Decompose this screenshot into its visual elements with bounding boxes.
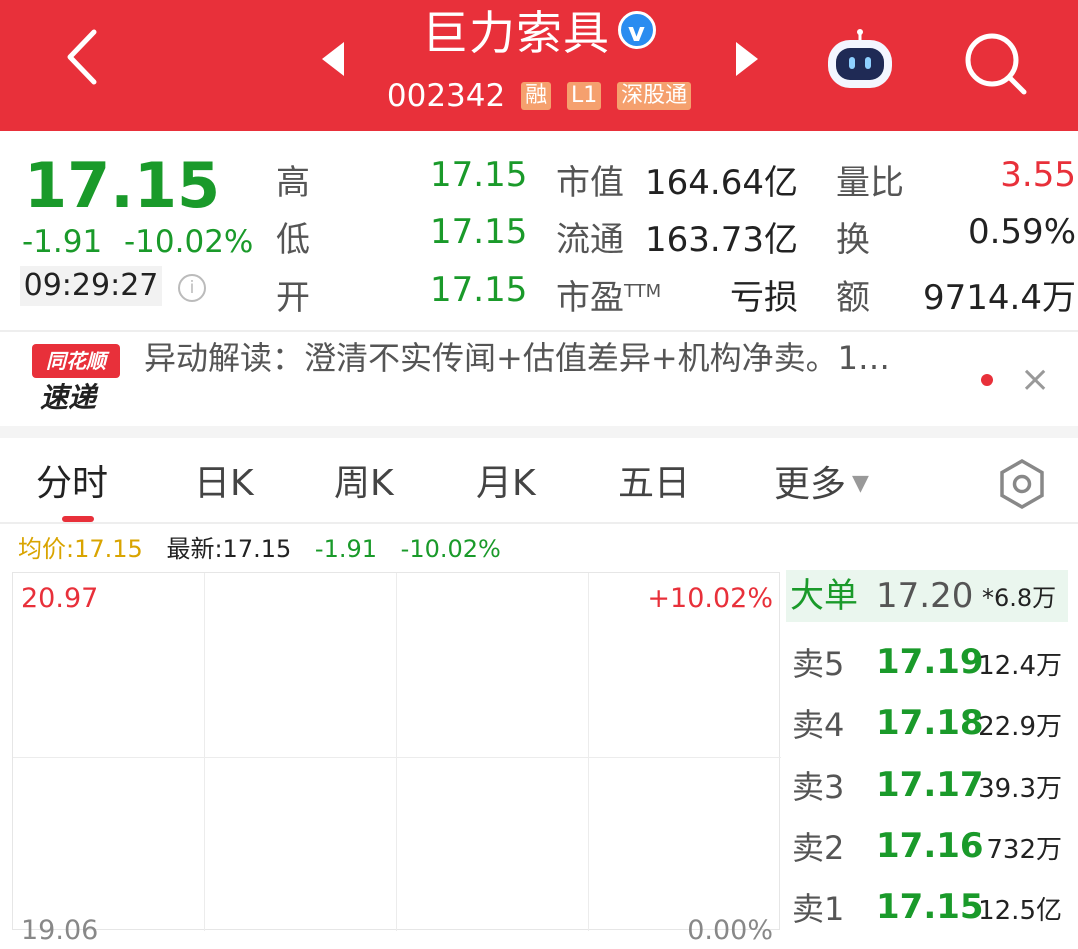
ask-volume: 732万 <box>986 835 1062 865</box>
chart-bottom-price: 19.06 <box>21 915 99 946</box>
search-icon[interactable] <box>962 30 1028 96</box>
pe-value: 亏损 <box>730 278 798 318</box>
float-value: 163.73亿 <box>645 220 798 260</box>
big-order-price: 17.20 <box>876 576 974 616</box>
intraday-chart[interactable]: 20.97 +10.02% 19.06 0.00% <box>12 572 781 946</box>
news-text: 异动解读：澄清不实传闻+估值差异+机构净卖。1… <box>144 339 890 377</box>
section-gap <box>0 426 1078 438</box>
latest-value: 17.15 <box>222 535 292 563</box>
stock-code-line: 002342 融 L1 深股通 <box>0 76 1078 116</box>
ask-label: 卖5 <box>792 645 845 683</box>
avg-value: 17.15 <box>74 535 143 563</box>
amount-value: 9714.4万 <box>923 278 1076 318</box>
tab-weekly-k[interactable]: 周K <box>334 458 394 510</box>
close-icon[interactable]: × <box>1020 358 1050 402</box>
quote-time: 09:29:27 <box>20 266 162 306</box>
settings-hex-icon[interactable] <box>996 458 1048 510</box>
news-logo-top: 同花顺 <box>32 344 120 378</box>
tab-monthly-k[interactable]: 月K <box>476 458 536 510</box>
tab-more-label: 更多 <box>774 464 847 505</box>
ask-volume: 12.5亿 <box>978 896 1062 926</box>
mktcap-value: 164.64亿 <box>645 163 798 203</box>
ask-row-5[interactable]: 卖5 17.19 12.4万 <box>786 640 1068 690</box>
verified-badge-icon: v <box>618 11 656 49</box>
grid-vline <box>588 573 589 931</box>
big-order-vol: *6.8万 <box>982 584 1057 612</box>
grid-vline <box>204 573 205 931</box>
big-order-row[interactable]: 大单 17.20 *6.8万 <box>786 570 1068 622</box>
stats-change-pct: -10.02% <box>400 535 501 563</box>
tab-more[interactable]: 更多 ▼ <box>774 458 869 511</box>
ask-label: 卖4 <box>792 706 845 744</box>
volratio-label: 量比 <box>836 163 904 203</box>
connect-tag: 深股通 <box>617 82 692 110</box>
tabs-divider <box>0 522 1078 524</box>
grid-hline <box>13 757 781 758</box>
tab-intraday[interactable]: 分时 <box>36 458 108 510</box>
ask-label: 卖3 <box>792 768 845 806</box>
open-value: 17.15 <box>430 270 528 310</box>
chart-top-pct: +10.02% <box>647 583 773 614</box>
chevron-down-icon: ▼ <box>852 471 869 496</box>
stock-header: 巨力索具 v 002342 融 L1 深股通 <box>0 0 1078 131</box>
stock-code: 002342 <box>386 78 506 114</box>
tab-five-day[interactable]: 五日 <box>618 458 690 510</box>
intraday-stats: 均价:17.15 最新:17.15 -1.91 -10.02% <box>18 532 501 566</box>
chart-bottom-pct: 0.00% <box>687 915 773 946</box>
stock-name: 巨力索具 <box>422 6 610 60</box>
low-label: 低 <box>276 220 310 260</box>
tab-daily-k[interactable]: 日K <box>194 458 254 510</box>
price-change-pct: -10.02% <box>124 224 254 260</box>
stock-title[interactable]: 巨力索具 v <box>0 2 1078 64</box>
ask-volume: 22.9万 <box>978 712 1062 742</box>
open-label: 开 <box>276 278 310 318</box>
info-icon[interactable]: i <box>178 274 206 302</box>
ask-row-2[interactable]: 卖2 17.16 732万 <box>786 824 1068 874</box>
high-value: 17.15 <box>430 155 528 195</box>
news-banner[interactable]: 同花顺 速递 异动解读：澄清不实传闻+估值差异+机构净卖。1… × <box>0 332 1078 426</box>
volratio-value: 3.55 <box>1000 155 1076 195</box>
ask-volume: 39.3万 <box>978 774 1062 804</box>
high-label: 高 <box>276 163 310 203</box>
amount-label: 额 <box>836 278 870 318</box>
grid-vline <box>396 573 397 931</box>
ask-row-4[interactable]: 卖4 17.18 22.9万 <box>786 701 1068 751</box>
stats-change: -1.91 <box>314 535 378 563</box>
unread-dot <box>981 374 993 386</box>
ask-label: 卖1 <box>792 890 845 928</box>
big-order-label: 大单 <box>790 576 858 616</box>
turnover-value: 0.59% <box>967 212 1076 252</box>
ask-volume: 12.4万 <box>978 651 1062 681</box>
margin-tag: 融 <box>521 82 552 110</box>
ask-row-3[interactable]: 卖3 17.17 39.3万 <box>786 763 1068 813</box>
ask-label: 卖2 <box>792 829 845 867</box>
news-logo-bottom: 速递 <box>40 381 97 414</box>
level-tag: L1 <box>566 82 602 110</box>
ask-row-1[interactable]: 卖1 17.15 12.5亿 <box>786 885 1068 930</box>
turnover-label: 换 <box>836 220 870 260</box>
current-price: 17.15 <box>24 149 221 222</box>
chart-top-price: 20.97 <box>21 583 99 614</box>
avg-label: 均价: <box>18 535 75 563</box>
robot-assistant-icon[interactable] <box>822 28 898 92</box>
low-value: 17.15 <box>430 212 528 252</box>
price-change: -1.91 <box>22 224 103 260</box>
latest-label: 最新: <box>166 535 223 563</box>
